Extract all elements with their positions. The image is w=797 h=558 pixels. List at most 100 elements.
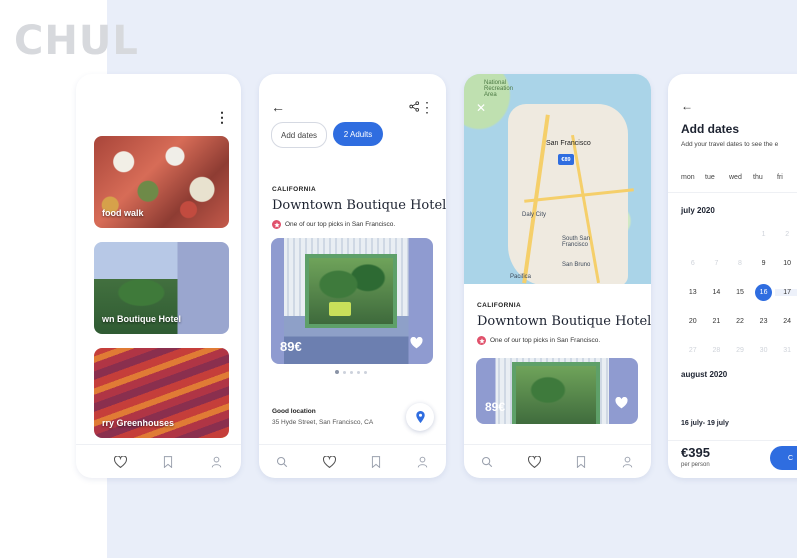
calendar-day[interactable]: 16 — [752, 284, 776, 301]
hotel-title: Downtown Boutique Hotel — [272, 198, 446, 213]
calendar-day[interactable]: 29 — [728, 347, 752, 354]
calendar-day[interactable]: 17 — [775, 289, 797, 296]
calendar-day[interactable]: 10 — [775, 260, 797, 267]
profile-icon[interactable] — [208, 453, 226, 471]
phone-detail-screen: ← ⋮ Add dates 2 Adults CALIFORNIA Downto… — [259, 74, 446, 478]
divider — [668, 192, 797, 193]
bottom-nav — [259, 444, 446, 478]
photo-door — [305, 254, 397, 328]
carousel-dot[interactable] — [343, 370, 346, 374]
favorite-heart-icon[interactable] — [410, 336, 423, 354]
more-dots-icon[interactable]: ⋮ — [420, 100, 434, 114]
calendar-day[interactable]: 1 — [752, 231, 776, 238]
map-label-city: San Francisco — [546, 140, 591, 147]
map-label-bruno: San Bruno — [562, 262, 591, 268]
map-label-south: South San Francisco — [562, 236, 591, 248]
divider — [668, 440, 797, 441]
location-heading: Good location — [272, 408, 316, 415]
hotel-title: Downtown Boutique Hotel — [477, 314, 651, 329]
calendar-week: 20 21 22 23 24 — [681, 307, 797, 336]
card-food-walk[interactable]: food walk — [94, 136, 229, 228]
bookmark-icon[interactable] — [159, 453, 177, 471]
calendar-day[interactable]: 9 — [752, 260, 776, 267]
selected-day[interactable]: 16 — [755, 284, 773, 301]
favorite-heart-icon[interactable] — [615, 396, 628, 414]
card-caption: wn Boutique Hotel — [102, 314, 181, 324]
heart-icon[interactable] — [320, 453, 338, 471]
calendar-day[interactable]: 27 — [681, 347, 705, 354]
profile-icon[interactable] — [414, 453, 432, 471]
card-caption: food walk — [102, 208, 144, 218]
adults-button[interactable]: 2 Adults — [333, 122, 383, 146]
top-pick-text: One of our top picks in San Francisco. — [490, 337, 601, 344]
photo-door — [512, 362, 600, 424]
star-badge-icon — [477, 336, 486, 345]
calendar-day[interactable]: 23 — [752, 318, 776, 325]
calendar-day[interactable]: 2 — [775, 231, 797, 238]
card-boutique-hotel[interactable]: wn Boutique Hotel — [94, 242, 229, 334]
dates-subtitle: Add your travel dates to see the e — [681, 141, 779, 148]
bottom-nav — [76, 444, 241, 478]
card-greenhouses[interactable]: rry Greenhouses — [94, 348, 229, 438]
region-kicker: CALIFORNIA — [477, 302, 522, 309]
price-tag: 89€ — [280, 339, 302, 354]
bookmark-icon[interactable] — [367, 453, 385, 471]
weekday-header: mon tue wed thu fri — [681, 174, 797, 181]
calendar-week: 6 7 8 9 10 — [681, 249, 797, 278]
vertical-dots-icon[interactable]: ⋮ — [215, 110, 229, 124]
map-pin-icon — [415, 411, 425, 423]
map-view[interactable]: National Recreation Area ✕ San Francisco… — [464, 74, 651, 284]
calendar-day[interactable]: 13 — [681, 289, 705, 296]
calendar-day[interactable]: 6 — [681, 260, 705, 267]
search-icon[interactable] — [273, 453, 291, 471]
map-label-park: National Recreation Area — [484, 80, 514, 98]
calendar-day[interactable]: 31 — [775, 347, 797, 354]
profile-icon[interactable] — [619, 453, 637, 471]
continue-button[interactable]: C — [770, 446, 797, 470]
weekday-label: tue — [705, 174, 715, 181]
calendar-day[interactable]: 24 — [775, 318, 797, 325]
carousel-dot[interactable] — [335, 370, 339, 374]
calendar-day[interactable]: 15 — [728, 289, 752, 296]
heart-icon[interactable] — [525, 453, 543, 471]
phone-list-screen: ⋮ food walk wn Boutique Hotel rry Greenh… — [76, 74, 241, 478]
map-price-marker[interactable]: €89 — [558, 154, 574, 165]
carousel-dot[interactable] — [357, 370, 360, 374]
back-arrow-icon[interactable]: ← — [271, 100, 285, 114]
photo-chair — [329, 302, 351, 316]
map-pin-button[interactable] — [406, 403, 434, 431]
weekday-label: mon — [681, 174, 695, 181]
close-icon[interactable]: ✕ — [476, 102, 486, 114]
bookmark-icon[interactable] — [572, 453, 590, 471]
carousel-dots[interactable] — [335, 370, 367, 374]
hotel-photo[interactable]: 89€ — [476, 358, 638, 424]
calendar-day[interactable]: 21 — [705, 318, 729, 325]
calendar-day[interactable]: 28 — [705, 347, 729, 354]
heart-icon[interactable] — [111, 453, 129, 471]
dates-title: Add dates — [681, 122, 740, 136]
calendar-week: 27 28 29 30 31 — [681, 336, 797, 365]
carousel-dot[interactable] — [364, 370, 367, 374]
location-address: 35 Hyde Street, San Francisco, CA — [272, 419, 374, 426]
calendar-day[interactable]: 22 — [728, 318, 752, 325]
selected-range: 16 july- 19 july — [681, 420, 729, 427]
per-person-label: per person — [681, 462, 710, 468]
calendar-day[interactable]: 14 — [705, 289, 729, 296]
search-icon[interactable] — [478, 453, 496, 471]
calendar-day[interactable]: 7 — [705, 260, 729, 267]
calendar-day[interactable]: 30 — [752, 347, 776, 354]
map-label-daly: Daly City — [522, 212, 547, 218]
top-pick-text: One of our top picks in San Francisco. — [285, 221, 396, 228]
back-arrow-icon[interactable]: ← — [681, 100, 693, 112]
phone-map-screen: National Recreation Area ✕ San Francisco… — [464, 74, 651, 478]
add-dates-button[interactable]: Add dates — [271, 122, 327, 148]
calendar-day[interactable]: 8 — [728, 260, 752, 267]
share-icon[interactable] — [409, 100, 420, 114]
carousel-dot[interactable] — [350, 370, 353, 374]
calendar-week: 13 14 15 16 17 — [681, 278, 797, 307]
hotel-photo[interactable]: 89€ — [271, 238, 433, 364]
calendar-day[interactable]: 20 — [681, 318, 705, 325]
weekday-label: fri — [777, 174, 783, 181]
phone-dates-screen: ← Add dates Add your travel dates to see… — [668, 74, 797, 478]
calendar-grid: 123678910131415161720212223242728293031 — [681, 220, 797, 365]
